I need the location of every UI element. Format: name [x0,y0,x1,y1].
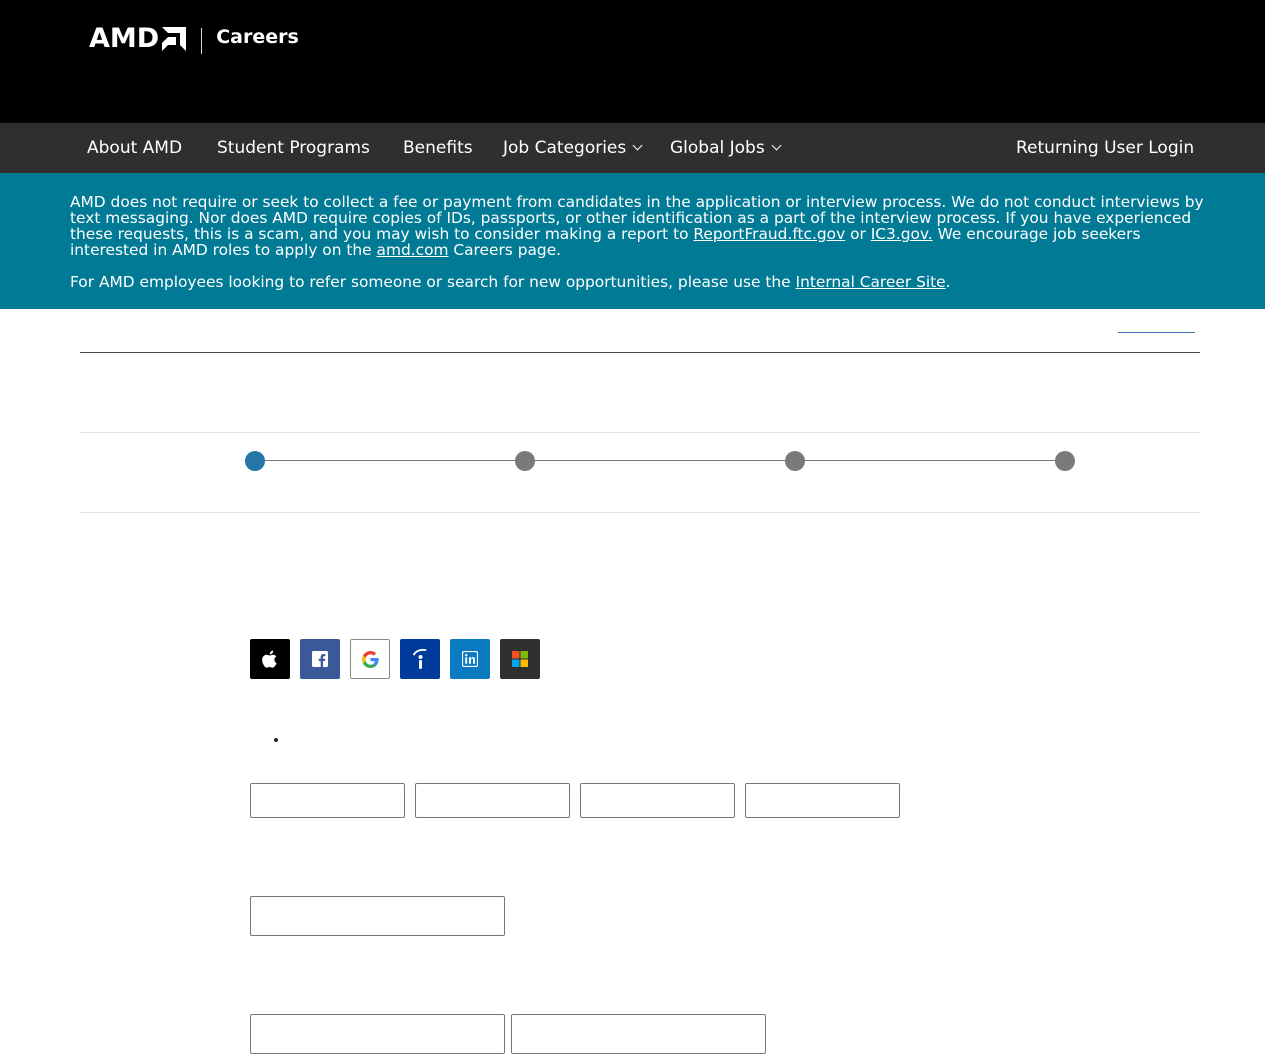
nav-item-global-jobs[interactable]: Global Jobs [670,123,782,173]
notice-text: or [845,225,871,243]
google-login-button[interactable] [350,639,390,679]
amd-com-link[interactable]: amd.com [377,241,449,259]
logo-divider [201,28,203,54]
amd-arrow-icon [162,27,187,51]
nav-item-student-programs[interactable]: Student Programs [217,123,370,173]
step-2-dot [515,451,535,471]
nav-item-about-amd[interactable]: About AMD [87,123,182,173]
main-nav: About AMD Student Programs Benefits Job … [0,123,1265,173]
scam-notice-banner: AMD does not require or seek to collect … [0,173,1265,309]
nav-label: Global Jobs [670,138,765,158]
section-divider [80,352,1200,353]
ic3-link[interactable]: IC3.gov. [871,225,933,243]
internal-career-site-link[interactable]: Internal Career Site [796,273,946,291]
form-field-3[interactable] [580,783,735,818]
chevron-down-icon [771,140,782,151]
form-field-2[interactable] [415,783,570,818]
internal-site-notice-text: For AMD employees looking to refer someo… [70,274,1210,290]
indeed-login-button[interactable] [400,639,440,679]
nav-item-benefits[interactable]: Benefits [403,123,473,173]
apple-icon [262,650,277,668]
nav-item-job-categories[interactable]: Job Categories [503,123,643,173]
microsoft-icon [512,651,528,667]
indeed-icon [413,648,427,669]
microsoft-login-button[interactable] [500,639,540,679]
step-4-dot [1055,451,1075,471]
form-field-4[interactable] [745,783,900,818]
careers-title: Careers [216,26,299,48]
list-bullet [274,738,278,742]
stepper-bottom-divider [80,512,1200,513]
form-field-5[interactable] [250,896,505,936]
reportfraud-link[interactable]: ReportFraud.ftc.gov [693,225,845,243]
nav-label: Job Categories [503,138,627,158]
site-header: AMD Careers [0,0,1265,123]
amd-logo-text: AMD [89,23,160,54]
nav-label: Benefits [403,138,473,158]
step-3-dot [785,451,805,471]
facebook-login-button[interactable] [300,639,340,679]
form-field-1[interactable] [250,783,405,818]
stepper-top-divider [80,432,1200,433]
notice-text: Careers page. [448,241,562,259]
apple-login-button[interactable] [250,639,290,679]
amd-careers-logo[interactable]: AMD Careers [89,24,299,54]
google-icon [361,650,379,668]
nav-label: About AMD [87,138,183,158]
linkedin-icon [462,651,478,667]
nav-label: Student Programs [217,138,370,158]
scam-notice-text: AMD does not require or seek to collect … [70,194,1210,258]
linkedin-login-button[interactable] [450,639,490,679]
facebook-icon [312,651,328,667]
notice-text: For AMD employees looking to refer someo… [70,273,796,291]
stepper-track [255,460,1065,461]
chevron-down-icon [632,140,643,151]
form-field-6[interactable] [250,1014,505,1054]
form-field-7[interactable] [511,1014,766,1054]
notice-text: . [945,273,951,291]
returning-user-login-link[interactable]: Returning User Login [1016,123,1194,173]
step-1-dot [245,451,265,471]
login-label: Returning User Login [1016,138,1195,158]
top-right-link-underline[interactable] [1118,332,1195,333]
